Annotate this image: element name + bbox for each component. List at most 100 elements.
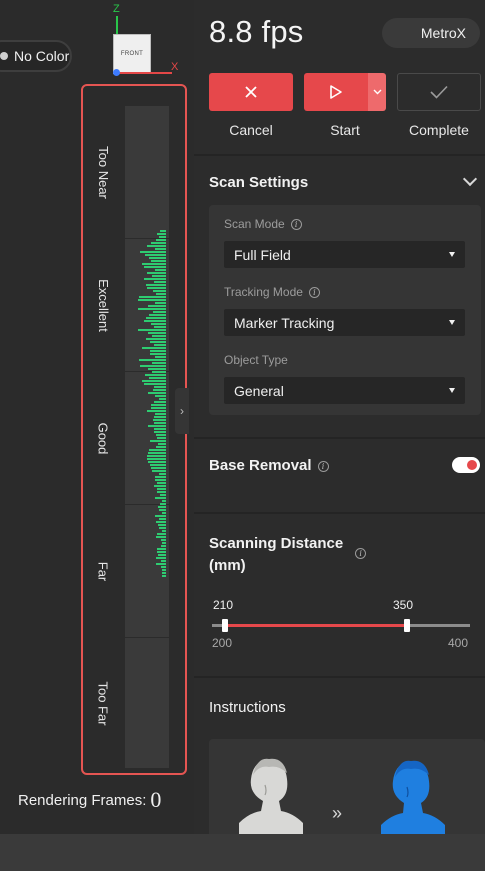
chevron-down-icon[interactable]	[462, 171, 478, 187]
histogram-bar	[148, 452, 166, 454]
histogram-bar	[152, 335, 166, 337]
histogram-bar	[155, 302, 166, 304]
histogram-bar	[162, 512, 166, 514]
histogram-bar	[157, 488, 166, 490]
histogram-bar	[159, 398, 166, 400]
color-mode-toggle[interactable]: No Color	[0, 40, 72, 72]
histogram-bar	[144, 278, 166, 280]
histogram-bar	[142, 263, 166, 265]
rendering-frames: Rendering Frames: 0	[18, 787, 161, 813]
histogram-bar	[140, 251, 166, 253]
histogram-bar	[162, 542, 166, 544]
device-selector[interactable]: MetroX	[382, 18, 480, 48]
scan-settings-title[interactable]: Scan Settings	[209, 174, 308, 191]
caret-down-icon	[449, 252, 455, 257]
histogram-bar	[148, 425, 166, 427]
histogram-bar	[150, 353, 166, 355]
histogram-bar	[157, 548, 166, 550]
info-icon[interactable]: i	[355, 548, 367, 559]
histogram-bar	[151, 323, 166, 325]
histogram-bar	[155, 356, 166, 358]
scan-mode-select[interactable]: Full Field	[224, 241, 465, 268]
histogram-bar	[147, 410, 166, 412]
histogram-bar	[155, 248, 166, 250]
scan-viewport[interactable]: No Color FRONT Z X Too Near Excellent Go…	[0, 0, 194, 834]
start-button[interactable]	[304, 73, 368, 111]
tracking-mode-label: Tracking Mode i	[224, 285, 320, 299]
play-icon	[330, 85, 342, 99]
histogram-bar	[156, 239, 166, 241]
view-cube[interactable]: FRONT	[113, 34, 151, 74]
histogram-bar	[139, 359, 166, 361]
scan-settings-card: Scan Mode i Full Field Tracking Mode i Mar…	[209, 205, 481, 415]
panel-collapse-handle[interactable]: ›	[175, 388, 189, 434]
histogram-bar	[138, 308, 166, 310]
chevron-right-icon: ›	[180, 404, 184, 418]
distance-indicator: Too Near Excellent Good Far Too Far	[81, 84, 187, 775]
histogram-bar	[155, 479, 166, 481]
color-mode-indicator	[0, 52, 8, 60]
cancel-button[interactable]	[209, 73, 293, 111]
histogram-bar	[162, 575, 166, 577]
histogram-bar	[151, 404, 166, 406]
histogram-bar	[154, 485, 166, 487]
info-icon[interactable]: i	[290, 219, 302, 230]
histogram-bar	[146, 338, 166, 340]
distance-low-handle[interactable]	[222, 619, 228, 632]
histogram-bar	[160, 230, 166, 232]
distance-min: 200	[212, 636, 233, 650]
histogram-bar	[151, 407, 166, 409]
histogram-bar	[155, 269, 166, 271]
zone-label-too-near: Too Near	[95, 145, 111, 199]
info-icon[interactable]: i	[308, 287, 320, 298]
histogram-bar	[161, 545, 166, 547]
zone-label-excellent: Excellent	[95, 278, 111, 332]
check-icon	[430, 85, 448, 99]
histogram-bar	[157, 437, 166, 439]
zone-label-far: Far	[95, 561, 111, 581]
rendering-frames-label: Rendering Frames:	[18, 792, 147, 809]
histogram-bar	[161, 539, 166, 541]
histogram-bar	[148, 461, 166, 463]
histogram-bar	[155, 515, 166, 517]
histogram-bar	[147, 455, 166, 457]
tracking-mode-select[interactable]: Marker Tracking	[224, 309, 465, 336]
histogram-bar	[159, 473, 166, 475]
histogram-bar	[162, 530, 166, 532]
histogram-bar	[157, 482, 166, 484]
z-axis-label: Z	[113, 3, 120, 15]
orientation-gizmo[interactable]: FRONT Z X	[108, 3, 184, 76]
histogram-bar	[142, 347, 166, 349]
histogram-bar	[158, 554, 166, 556]
histogram-bar	[150, 464, 166, 466]
histogram-bar	[157, 551, 166, 553]
histogram-bar	[158, 443, 166, 445]
histogram-bar	[138, 329, 166, 331]
base-removal-toggle[interactable]	[452, 457, 480, 473]
zone-label-too-far: Too Far	[95, 680, 111, 726]
info-icon[interactable]: i	[317, 461, 329, 472]
histogram-bar	[140, 365, 166, 367]
histogram-bar	[153, 389, 166, 391]
histogram-bar	[159, 236, 166, 238]
histogram-bar	[150, 440, 166, 442]
histogram-bar	[152, 362, 166, 364]
view-cube-label: FRONT	[120, 51, 144, 57]
histogram-bar	[157, 533, 166, 535]
histogram-bar	[148, 332, 166, 334]
object-type-value: General	[234, 382, 284, 399]
histogram-bar	[151, 242, 166, 244]
histogram-bar	[154, 428, 166, 430]
complete-button[interactable]	[397, 73, 481, 111]
start-options-dropdown[interactable]	[368, 73, 386, 111]
histogram-bar	[148, 392, 166, 394]
histogram-bar	[154, 431, 166, 433]
histogram-bar	[138, 299, 166, 301]
caret-down-icon	[449, 320, 455, 325]
histogram-bar	[156, 557, 166, 559]
distance-high-handle[interactable]	[404, 619, 410, 632]
x-axis-line	[116, 72, 172, 74]
histogram-bar	[156, 521, 166, 523]
histogram-bar	[154, 401, 166, 403]
object-type-select[interactable]: General	[224, 377, 465, 404]
